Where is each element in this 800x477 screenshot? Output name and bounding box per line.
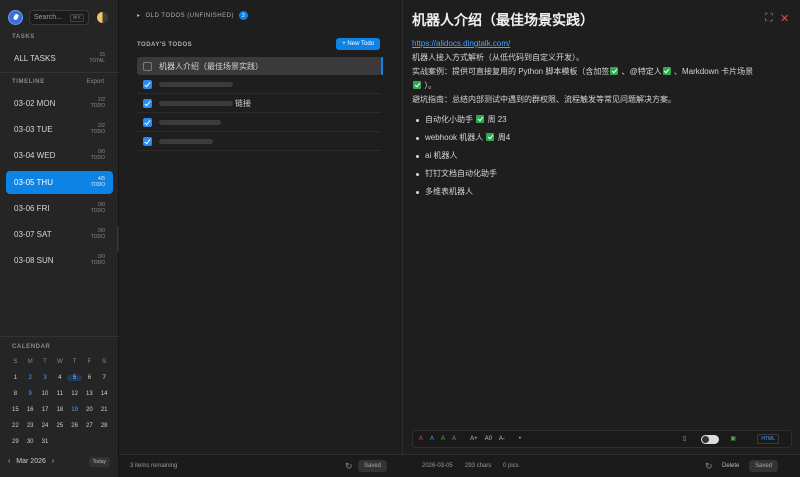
font-reset-button[interactable]: A0 <box>485 436 492 442</box>
format-toolbar: A A A A A+ A0 A- • ▯ ▣ HTML <box>412 430 792 448</box>
todo-checkbox[interactable] <box>143 61 152 71</box>
prev-month-icon[interactable]: ‹ <box>8 458 10 465</box>
check-mark-icon <box>662 67 671 75</box>
calendar-week[interactable]: 22 23 24 25 26 27 28 <box>8 418 112 434</box>
calendar-weekdays: SMTWTFS <box>13 359 107 365</box>
search-shortcut: ⌘K <box>69 14 84 22</box>
calendar-week[interactable]: 8 9 10 11 12 13 14 <box>8 386 112 402</box>
divider <box>0 72 119 73</box>
divider <box>0 336 119 337</box>
char-count: 293 chars <box>465 463 492 469</box>
list-item: webhook 机器人 周4 <box>412 129 792 147</box>
theme-toggle-icon[interactable] <box>97 12 108 23</box>
doc-link[interactable]: https://alidocs.dingtalk.com/ <box>412 39 510 48</box>
old-todos-toggle[interactable]: ▸ OLD TODOS (UNFINISHED) 3 <box>137 11 248 20</box>
items-remaining: 3 items remaining <box>130 463 178 469</box>
bullet-button[interactable]: • <box>519 436 521 442</box>
todo-list-panel: ▸ OLD TODOS (UNFINISHED) 3 TODAY'S TODOS… <box>119 0 403 477</box>
todo-item[interactable] <box>137 133 381 151</box>
refresh-icon[interactable]: ↻ <box>705 461 713 472</box>
editor-panel: 机器人介绍（最佳场景实践） ⛶ ✕ https://alidocs.dingta… <box>403 0 800 477</box>
todays-todos-label: TODAY'S TODOS <box>137 42 193 48</box>
preview-toggle[interactable] <box>701 435 719 444</box>
image-icon[interactable]: ▯ <box>683 435 686 442</box>
chevron-right-icon: ▸ <box>137 13 141 19</box>
note-title[interactable]: 机器人介绍（最佳场景实践） <box>412 10 594 30</box>
todo-checkbox-checked[interactable] <box>143 99 152 108</box>
font-decrease-button[interactable]: A- <box>499 436 505 442</box>
new-todo-button[interactable]: + New Todo <box>336 38 380 50</box>
redacted-text <box>159 82 233 87</box>
sidebar-item-day[interactable]: 03-03 TUE 2/2 TODO <box>6 118 113 141</box>
text-color-red-button[interactable]: A <box>419 436 423 442</box>
app-logo-icon <box>8 10 23 25</box>
note-date: 2026-03-05 <box>422 463 453 469</box>
check-mark-icon <box>476 115 485 123</box>
calendar-section-label: CALENDAR <box>12 344 51 350</box>
pic-count: 0 pics <box>503 463 519 469</box>
sidebar-item-day[interactable]: 03-08 SUN 0/0 TODO <box>6 249 113 272</box>
font-increase-button[interactable]: A+ <box>470 436 478 442</box>
all-tasks-count: 15 TOTAL <box>89 52 105 64</box>
next-month-icon[interactable]: › <box>52 458 54 465</box>
check-mark-icon <box>610 67 619 75</box>
sidebar-item-day[interactable]: 03-04 WED 0/0 TODO <box>6 144 113 167</box>
sidebar-item-day-selected[interactable]: 03-05 THU 4/5 TODO <box>6 171 113 194</box>
list-item: 多维表机器人 <box>412 183 792 201</box>
html-button[interactable]: HTML <box>757 434 779 444</box>
calendar-month: Mar 2026 <box>16 458 46 465</box>
todo-item[interactable]: 链接 <box>137 95 381 113</box>
editor-footer: 2026-03-05 293 chars 0 pics ↻ Delete Sav… <box>403 454 800 477</box>
text-color-gray-button[interactable]: A <box>452 436 456 442</box>
todo-item-active[interactable]: 机器人介绍（最佳场景实践） <box>137 57 383 75</box>
all-tasks-label: ALL TASKS <box>14 54 56 63</box>
text-color-blue-button[interactable]: A <box>430 436 434 442</box>
redacted-text <box>159 101 233 106</box>
export-button[interactable]: Export <box>87 79 104 85</box>
todo-list-footer: 3 items remaining ↻ Saved <box>119 454 403 477</box>
calendar-week[interactable]: 1234567 <box>8 370 112 386</box>
timeline-section-label: TIMELINE <box>12 79 45 85</box>
delete-button[interactable]: Delete <box>716 460 745 472</box>
close-icon[interactable]: ✕ <box>780 12 789 25</box>
today-button[interactable]: Today <box>88 457 110 467</box>
sidebar-item-day[interactable]: 03-06 FRI 0/0 TODO <box>6 197 113 220</box>
old-todos-badge: 3 <box>238 11 248 20</box>
saved-button[interactable]: Saved <box>749 460 779 472</box>
sidebar-item-day[interactable]: 03-02 MON 2/2 TODO <box>6 92 113 115</box>
sidebar-item-all-tasks[interactable]: ALL TASKS 15 TOTAL <box>6 47 113 70</box>
bullet-list: 自动化小助手 周 23 webhook 机器人 周4 ai 机器人 钉钉文档自动… <box>412 111 792 201</box>
redacted-text <box>159 139 213 144</box>
todo-checkbox-checked[interactable] <box>143 118 152 127</box>
calendar-week[interactable]: 29 30 31 <box>8 434 112 450</box>
search-input[interactable]: Search... ⌘K <box>29 10 89 25</box>
refresh-icon[interactable]: ↻ <box>345 461 353 472</box>
todo-checkbox-checked[interactable] <box>143 137 152 146</box>
calendar-week[interactable]: 15 16 17 18 19 20 21 <box>8 402 112 418</box>
expand-icon[interactable]: ⛶ <box>765 12 773 25</box>
todo-checkbox-checked[interactable] <box>143 80 152 89</box>
text-color-green-button[interactable]: A <box>441 436 445 442</box>
check-mark-icon <box>486 133 495 141</box>
note-content[interactable]: https://alidocs.dingtalk.com/ 机器人接入方式解析（… <box>412 37 792 201</box>
check-mark-icon <box>413 81 421 89</box>
tasks-section-label: TASKS <box>12 34 35 40</box>
calendar: SMTWTFS 1234567 8 9 10 11 12 13 14 15 16 17 18 19 2… <box>8 354 112 450</box>
redacted-text <box>159 120 221 125</box>
saved-button[interactable]: Saved <box>358 460 388 472</box>
list-item: ai 机器人 <box>412 147 792 165</box>
sidebar-item-day[interactable]: 03-07 SAT 0/0 TODO <box>6 223 113 246</box>
search-placeholder: Search... <box>34 14 63 21</box>
todo-item[interactable] <box>137 114 381 132</box>
list-item: 自动化小助手 周 23 <box>412 111 792 129</box>
sidebar: Search... ⌘K TASKS ALL TASKS 15 TOTAL TI… <box>0 0 119 477</box>
todo-item[interactable] <box>137 76 381 94</box>
list-item: 钉钉文档自动化助手 <box>412 165 792 183</box>
calendar-footer: ‹ Mar 2026 › Today <box>8 457 112 470</box>
picture-icon[interactable]: ▣ <box>730 435 736 442</box>
